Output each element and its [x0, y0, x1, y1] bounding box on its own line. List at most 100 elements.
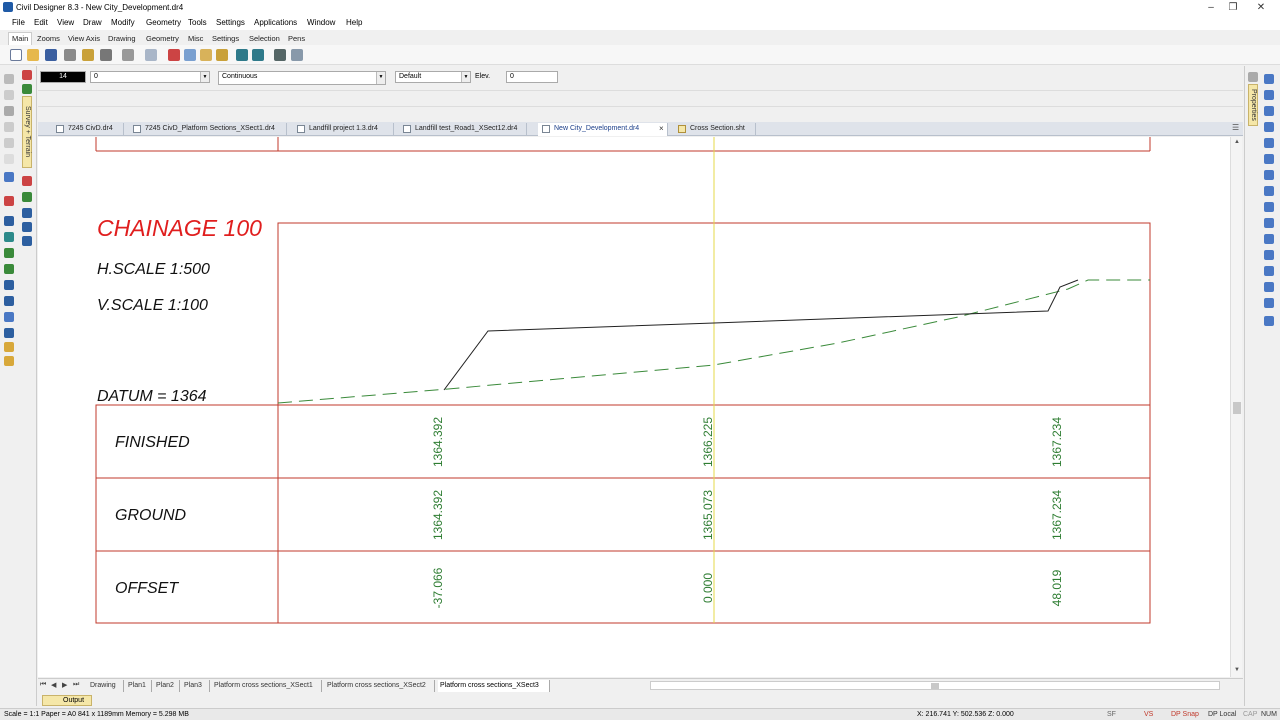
- sheet-tab[interactable]: Platform cross sections_XSect1: [212, 680, 322, 692]
- sheet-tab[interactable]: Platform cross sections_XSect2: [325, 680, 435, 692]
- sheet-tab-active[interactable]: Platform cross sections_XSect3: [438, 680, 550, 692]
- draw-tool-9-icon[interactable]: [1264, 202, 1274, 212]
- tool-a-icon[interactable]: [4, 196, 14, 206]
- draw-tool-5-icon[interactable]: [1264, 138, 1274, 148]
- scroll-up-icon[interactable]: ▲: [1234, 139, 1240, 145]
- scroll-thumb[interactable]: [1233, 402, 1241, 414]
- scroll-down-icon[interactable]: ▼: [1234, 667, 1240, 673]
- sheet-tab[interactable]: Plan3: [182, 680, 210, 692]
- tool-l-icon[interactable]: [4, 312, 14, 322]
- menu-file[interactable]: File: [12, 18, 25, 27]
- monitor-icon[interactable]: [4, 172, 14, 182]
- vertical-scrollbar[interactable]: ▲ ▼: [1230, 137, 1242, 677]
- draw-tool-12-icon[interactable]: [1264, 250, 1274, 260]
- print-icon[interactable]: [100, 49, 112, 61]
- new-file-icon[interactable]: [10, 49, 22, 61]
- survey-terrain-tab[interactable]: Survey + Terrain: [22, 96, 32, 168]
- snap-icon[interactable]: [4, 74, 14, 84]
- status-dp-snap[interactable]: DP Snap: [1171, 709, 1199, 720]
- draw-tool-14-icon[interactable]: [1264, 282, 1274, 292]
- color-field[interactable]: 14: [40, 71, 86, 83]
- draw-tool-16-icon[interactable]: [1264, 316, 1274, 326]
- close-tab-icon[interactable]: ×: [659, 123, 664, 135]
- draw-tool-1-icon[interactable]: [1264, 74, 1274, 84]
- next-sheet-icon[interactable]: ▶: [62, 681, 67, 689]
- close-icon[interactable]: ✕: [1250, 1, 1272, 14]
- minimize-icon[interactable]: –: [1200, 1, 1222, 14]
- drawing-canvas[interactable]: CHAINAGE 100 H.SCALE 1:500 V.SCALE 1:100…: [38, 137, 1230, 677]
- elev-field[interactable]: 0: [506, 71, 558, 83]
- doc-tab[interactable]: Landfill project 1.3.dr4: [293, 123, 394, 136]
- properties-icon[interactable]: [145, 49, 157, 61]
- tool-n-icon[interactable]: [4, 342, 14, 352]
- paste-special-icon[interactable]: [216, 49, 228, 61]
- menu-settings[interactable]: Settings: [216, 18, 245, 27]
- draw-tool-13-icon[interactable]: [1264, 266, 1274, 276]
- redo-icon[interactable]: [252, 49, 264, 61]
- first-sheet-icon[interactable]: ⏮: [40, 681, 46, 689]
- tool-e-icon[interactable]: [22, 222, 32, 232]
- status-vs[interactable]: VS: [1144, 709, 1153, 720]
- status-dp-local[interactable]: DP Local: [1208, 709, 1236, 720]
- linetype-select[interactable]: Continuous ▼: [218, 71, 386, 85]
- draw-tool-7-icon[interactable]: [1264, 170, 1274, 180]
- menu-modify[interactable]: Modify: [111, 18, 135, 27]
- menu-applications[interactable]: Applications: [254, 18, 297, 27]
- tool-j-icon[interactable]: [4, 280, 14, 290]
- menu-edit[interactable]: Edit: [34, 18, 48, 27]
- menu-tools[interactable]: Tools: [188, 18, 207, 27]
- ribbon-tab-pens[interactable]: Pens: [288, 34, 305, 43]
- tab-list-icon[interactable]: ☰: [1232, 123, 1239, 132]
- tool-f-icon[interactable]: [4, 216, 14, 226]
- horizontal-scrollbar[interactable]: [650, 681, 1220, 690]
- prev-sheet-icon[interactable]: ◀: [51, 681, 56, 689]
- layers-icon[interactable]: [22, 70, 32, 80]
- sheet-tab[interactable]: Plan2: [154, 680, 180, 692]
- menu-view[interactable]: View: [57, 18, 74, 27]
- info-icon[interactable]: [22, 236, 32, 246]
- plot-icon[interactable]: [82, 49, 94, 61]
- open-folder-icon[interactable]: [27, 49, 39, 61]
- tool-o-icon[interactable]: [4, 356, 14, 366]
- restore-icon[interactable]: ❐: [1222, 1, 1244, 14]
- ribbon-tab-zooms[interactable]: Zooms: [37, 34, 60, 43]
- last-sheet-icon[interactable]: ⏭: [73, 681, 79, 689]
- tool-g-icon[interactable]: [4, 232, 14, 242]
- ribbon-tab-selection[interactable]: Selection: [249, 34, 280, 43]
- paste-icon[interactable]: [200, 49, 212, 61]
- tool-h-icon[interactable]: [4, 248, 14, 258]
- doc-tab[interactable]: 7245 CivD_Platform Sections_XSect1.dr4: [129, 123, 287, 136]
- grid-icon[interactable]: [4, 90, 14, 100]
- style-select[interactable]: Default ▼: [395, 71, 471, 83]
- ribbon-tab-main[interactable]: Main: [8, 32, 33, 45]
- doc-tab[interactable]: 7245 CivD.dr4: [52, 123, 124, 136]
- doc-tab-active[interactable]: New City_Development.dr4 ×: [538, 123, 668, 136]
- tool-c-icon[interactable]: [22, 192, 32, 202]
- menu-geometry[interactable]: Geometry: [146, 18, 181, 27]
- copy-icon[interactable]: [184, 49, 196, 61]
- draw-tool-15-icon[interactable]: [1264, 298, 1274, 308]
- er-icon[interactable]: [4, 154, 14, 164]
- layer-select[interactable]: 0 ▼: [90, 71, 210, 83]
- properties-tab[interactable]: Properties: [1248, 84, 1258, 126]
- terrain-icon[interactable]: [22, 84, 32, 94]
- ribbon-tab-misc[interactable]: Misc: [188, 34, 203, 43]
- draw-tool-2-icon[interactable]: [1264, 90, 1274, 100]
- undo-icon[interactable]: [236, 49, 248, 61]
- status-sf[interactable]: SF: [1107, 709, 1116, 720]
- draw-tool-6-icon[interactable]: [1264, 154, 1274, 164]
- doc-tab[interactable]: Cross Section.sht: [674, 123, 756, 136]
- pin-icon[interactable]: [1248, 72, 1258, 82]
- zoom-extents-icon[interactable]: [291, 49, 303, 61]
- cut-icon[interactable]: [168, 49, 180, 61]
- save-icon[interactable]: [45, 49, 57, 61]
- ortho-icon[interactable]: [4, 106, 14, 116]
- triangle-icon[interactable]: [4, 122, 14, 132]
- ribbon-tab-settings[interactable]: Settings: [212, 34, 239, 43]
- ribbon-tab-drawing[interactable]: Drawing: [108, 34, 136, 43]
- tool-i-icon[interactable]: [4, 264, 14, 274]
- tool-b-icon[interactable]: [22, 176, 32, 186]
- menu-help[interactable]: Help: [346, 18, 362, 27]
- doc-tab[interactable]: Landfill test_Road1_XSect12.dr4: [399, 123, 527, 136]
- draw-tool-4-icon[interactable]: [1264, 122, 1274, 132]
